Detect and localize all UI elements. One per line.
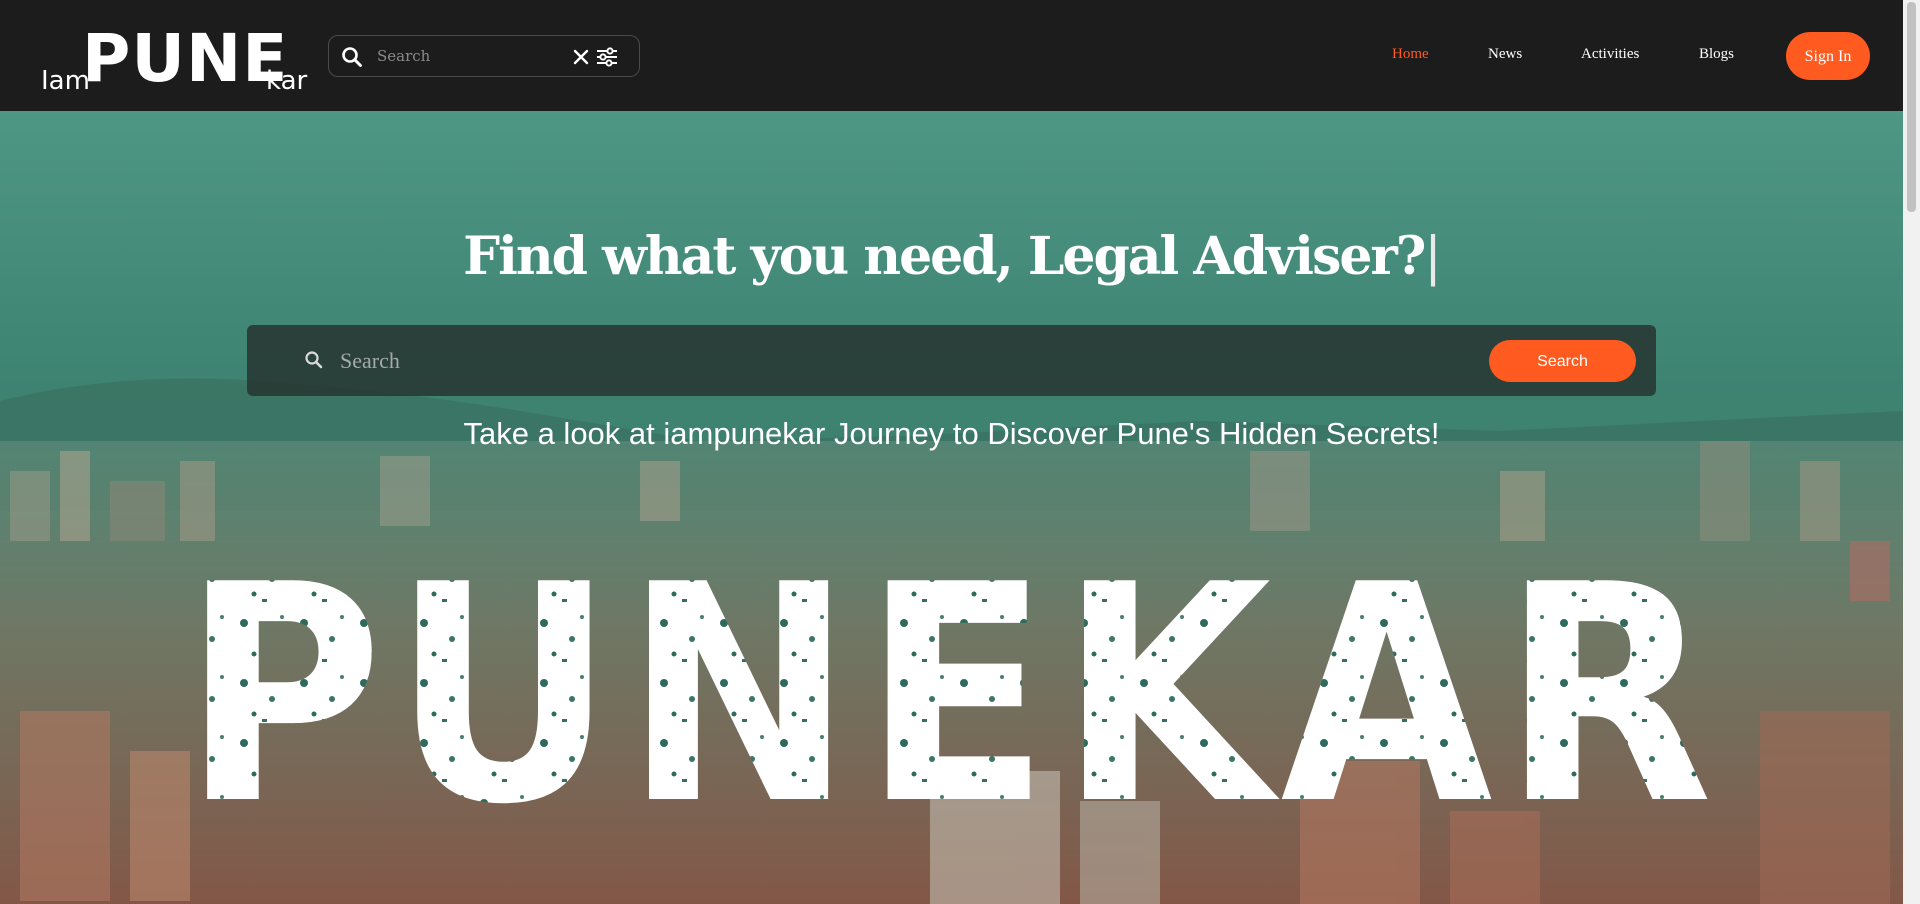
search-icon: [305, 351, 323, 369]
hero-section: Find what you need, Legal Adviser?| Sear…: [0, 111, 1903, 904]
nav-news[interactable]: News: [1488, 46, 1522, 63]
hero-search-bar: Search: [247, 325, 1656, 396]
hero-search-input[interactable]: [338, 343, 1338, 379]
nav-menu: Home News Activities Blogs: [0, 46, 1903, 66]
navbar: Iam PUNE kar Home News Activities Blogs …: [0, 0, 1903, 111]
logo-kar: kar: [266, 66, 308, 96]
hero-search-button[interactable]: Search: [1489, 340, 1636, 382]
nav-blogs[interactable]: Blogs: [1699, 46, 1734, 63]
page-scrollbar[interactable]: [1903, 0, 1920, 904]
hero-tagline: Take a look at iampunekar Journey to Dis…: [463, 416, 1440, 451]
hero-heading-text: Find what you need, Legal Adviser?: [463, 226, 1426, 287]
scrollbar-thumb[interactable]: [1907, 2, 1916, 212]
nav-home[interactable]: Home: [1392, 46, 1429, 63]
nav-activities[interactable]: Activities: [1581, 46, 1639, 63]
typing-caret: |: [1424, 227, 1441, 287]
punekar-word: PUNEKAR: [182, 549, 1722, 809]
sign-in-button[interactable]: Sign In: [1786, 32, 1870, 80]
punekar-graphic: PUNEKAR: [182, 549, 1722, 809]
hero-heading: Find what you need, Legal Adviser?|: [0, 226, 1903, 287]
